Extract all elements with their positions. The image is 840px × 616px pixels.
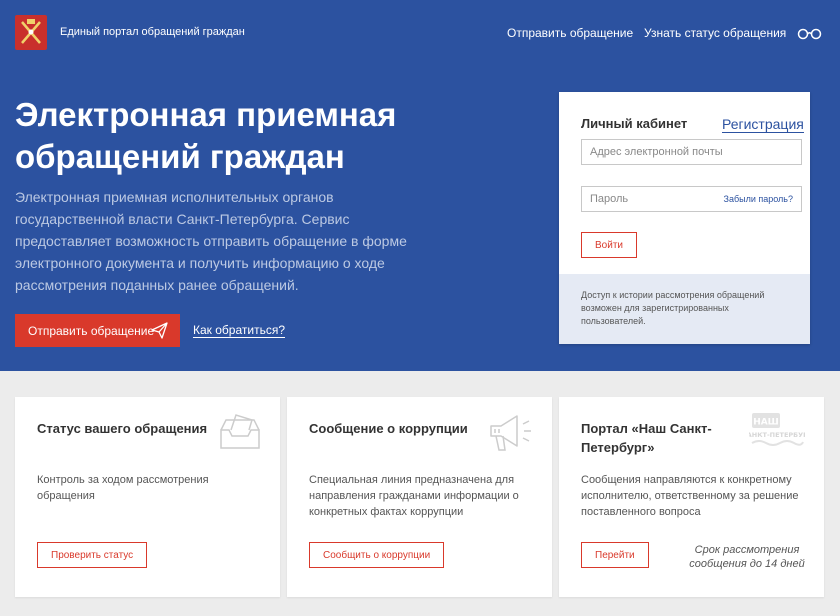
send-appeal-label: Отправить обращение [28, 323, 155, 338]
email-placeholder: Адрес электронной почты [590, 146, 723, 158]
card-title: Статус вашего обращения [37, 421, 208, 436]
logo-text-top: НАШ [753, 418, 779, 428]
megaphone-icon [487, 412, 533, 461]
nav-check-status[interactable]: Узнать статус обращения [644, 26, 786, 40]
hero-section: Единый портал обращений граждан Отправит… [0, 0, 840, 371]
login-panel: Личный кабинет Регистрация Адрес электро… [559, 92, 810, 344]
paper-plane-icon [151, 322, 168, 342]
nav-send-appeal[interactable]: Отправить обращение [507, 26, 633, 40]
inbox-icon [218, 412, 262, 457]
card-title: Сообщение о коррупции [309, 421, 468, 436]
portal-title[interactable]: Единый портал обращений граждан [60, 26, 245, 38]
review-period-note: Срок рассмотрения сообщения до 14 дней [689, 544, 805, 570]
coat-of-arms-icon[interactable] [15, 15, 47, 50]
forgot-password-link[interactable]: Забыли пароль? [724, 194, 793, 204]
how-to-apply-link[interactable]: Как обратиться? [193, 324, 285, 338]
report-corruption-button[interactable]: Сообщить о коррупции [309, 542, 445, 568]
card-nash-spb-portal: Портал «Наш Санкт-Петербург» НАШ САНКТ-П… [559, 397, 824, 597]
go-to-portal-button[interactable]: Перейти [581, 542, 649, 568]
login-title: Личный кабинет [581, 116, 688, 131]
login-button[interactable]: Войти [581, 232, 637, 258]
hero-description: Электронная приемная исполнительных орга… [15, 189, 407, 293]
password-placeholder: Пароль [590, 193, 629, 205]
send-appeal-button[interactable]: Отправить обращение [15, 314, 180, 347]
logo-text-bottom: САНКТ-ПЕТЕРБУРГ [749, 431, 805, 439]
nash-spb-logo-icon: НАШ САНКТ-ПЕТЕРБУРГ [742, 409, 812, 456]
login-note: Доступ к истории рассмотрения обращений … [559, 274, 810, 344]
card-text: Контроль за ходом рассмотрения обращения [37, 474, 209, 502]
card-text: Сообщения направляются к конкретному исп… [581, 474, 799, 518]
card-title: Портал «Наш Санкт-Петербург» [581, 421, 712, 455]
password-field[interactable]: Пароль Забыли пароль? [581, 186, 802, 212]
card-text: Специальная линия предназначена для напр… [309, 474, 519, 518]
hero-title: Электронная приемная обращений граждан [15, 96, 397, 175]
glasses-icon[interactable] [797, 27, 822, 45]
register-link[interactable]: Регистрация [722, 116, 804, 133]
card-appeal-status: Статус вашего обращения Контроль за ходо… [15, 397, 280, 597]
card-corruption-report: Сообщение о коррупции Специальная линия … [287, 397, 552, 597]
check-status-button[interactable]: Проверить статус [37, 542, 148, 568]
email-field[interactable]: Адрес электронной почты [581, 139, 802, 165]
